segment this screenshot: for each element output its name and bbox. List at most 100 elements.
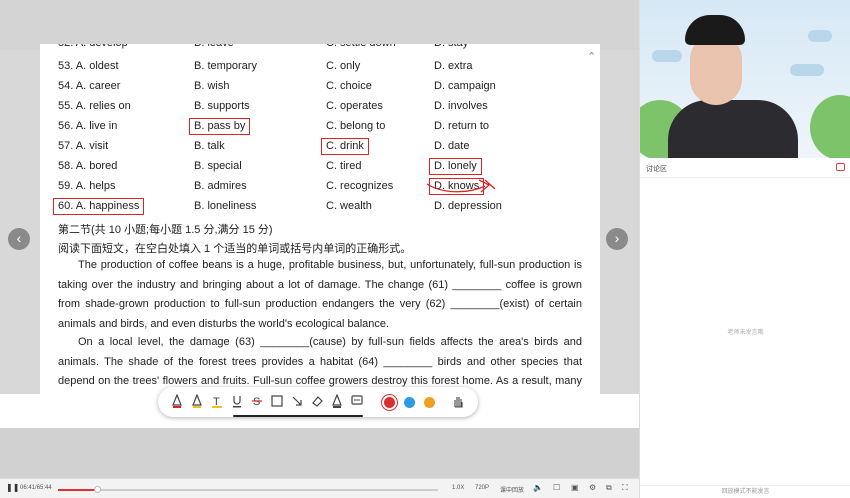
option-b: B. leave: [194, 44, 234, 49]
option-d: D. extra: [434, 60, 473, 72]
question-number: 60.: [58, 200, 74, 212]
chat-title: 讨论区: [646, 166, 667, 173]
option-b: B. talk: [194, 140, 225, 152]
option-a-text: A. oldest: [75, 60, 119, 72]
option-c: C. wealth: [326, 200, 372, 212]
eraser-icon[interactable]: [310, 394, 324, 410]
option-a-text: A. develop: [76, 44, 128, 49]
current-time: 06:41/65:44: [20, 485, 52, 491]
option-c: C. recognizes: [326, 180, 394, 192]
option-c: C. belong to: [326, 120, 386, 132]
comment-icon[interactable]: [350, 394, 364, 410]
teacher-camera: [640, 0, 850, 158]
side-panel: 讨论区 老师未发言哦 回放模式不能发言: [639, 0, 850, 498]
option-a-text: A. visit: [75, 140, 109, 152]
option-a: 57. A. visit: [58, 140, 108, 152]
person-face: [690, 35, 742, 105]
option-b: B. admires: [194, 180, 247, 192]
option-a: 54. A. career: [58, 80, 120, 92]
option-d: D. campaign: [434, 80, 496, 92]
cloud-decoration: [790, 64, 824, 76]
option-a: 59. A. helps: [58, 180, 116, 192]
option-b: B. pass by: [189, 118, 251, 135]
passage-paragraph-1: The production of coffee beans is a huge…: [58, 259, 582, 330]
option-d: D. return to: [434, 120, 490, 132]
video-bottom-band: [0, 428, 639, 478]
option-c: C. choice: [326, 80, 372, 92]
progress-fill: [58, 489, 97, 491]
question-number: 53.: [58, 60, 74, 72]
prev-page-button[interactable]: ‹: [8, 228, 30, 250]
option-a: 55. A. relies on: [58, 100, 131, 112]
question-number: 57.: [58, 140, 74, 152]
option-c: C. only: [326, 60, 361, 72]
option-c: C. drink: [321, 138, 369, 155]
pen-icon[interactable]: [170, 393, 184, 410]
toolbar-scroll-indicator: [233, 415, 363, 417]
passage-paragraph-2: On a local level, the damage (63) ______…: [58, 336, 582, 387]
option-a-text: A. live in: [75, 120, 118, 132]
arrow-icon[interactable]: [290, 394, 304, 410]
highlighter-icon[interactable]: [190, 393, 204, 410]
hand-icon[interactable]: [451, 394, 465, 410]
progress-handle[interactable]: [93, 486, 101, 493]
option-d: D. involves: [434, 100, 488, 112]
rectangle-icon[interactable]: [270, 394, 284, 410]
text-icon[interactable]: T: [210, 394, 224, 410]
question-number: 55.: [58, 100, 74, 112]
pip-icon[interactable]: ⧉: [606, 483, 612, 493]
strikethrough-icon[interactable]: S: [250, 394, 264, 410]
option-a-text: A. relies on: [75, 100, 131, 112]
video-area: 52. A. develop B. leave C. settle down D. s…: [0, 0, 639, 478]
color-orange-swatch[interactable]: [424, 397, 435, 408]
question-number: 56.: [58, 120, 74, 132]
option-d: D. stay: [434, 44, 468, 49]
option-a: 58. A. bored: [58, 160, 117, 172]
option-a-text: A. happiness: [75, 200, 140, 212]
chat-input[interactable]: 回放模式不能发言: [640, 485, 850, 498]
quality-button[interactable]: 720P: [475, 485, 489, 491]
danmaku-icon[interactable]: ☐: [553, 483, 560, 492]
speed-button[interactable]: 1.0X: [452, 485, 464, 491]
chat-filter-icon[interactable]: [836, 163, 845, 171]
option-a-text: A. bored: [75, 160, 118, 172]
option-a: 53. A. oldest: [58, 60, 119, 72]
settings-icon[interactable]: ⚙: [589, 483, 596, 492]
question-number: 52.: [58, 44, 73, 49]
fullscreen-icon[interactable]: ⛶: [622, 483, 628, 493]
underline-icon[interactable]: [230, 394, 244, 410]
player-controls: ❚❚ 06:41/65:44 1.0X 720P 课中回放 🔈 ☐ ▣ ⚙ ⧉ …: [0, 478, 639, 498]
color-red-swatch[interactable]: [384, 397, 395, 408]
marker-icon[interactable]: [330, 393, 344, 410]
chat-header: 讨论区: [640, 158, 850, 178]
question-number: 58.: [58, 160, 74, 172]
next-page-button[interactable]: ›: [606, 228, 628, 250]
option-b: B. special: [194, 160, 242, 172]
progress-bar[interactable]: [58, 486, 438, 493]
question-number: 59.: [58, 180, 74, 192]
volume-icon[interactable]: 🔈: [533, 483, 543, 492]
question-number: 54.: [58, 80, 74, 92]
option-b: B. wish: [194, 80, 230, 92]
option-b: B. temporary: [194, 60, 257, 72]
screenshot-icon[interactable]: ▣: [571, 483, 579, 492]
pen-annotation: [426, 179, 496, 193]
person-body: [668, 100, 798, 158]
collapse-icon[interactable]: ⌃: [587, 50, 596, 63]
app-window: 52. A. develop B. leave C. settle down D. s…: [0, 0, 850, 498]
option-b: B. supports: [194, 100, 250, 112]
option-d: D. date: [434, 140, 470, 152]
cloud-decoration: [652, 50, 682, 62]
section-instruction: 阅读下面短文，在空白处填入 1 个适当的单词或括号内单词的正确形式。: [58, 243, 412, 255]
option-a-text: A. career: [75, 80, 121, 92]
color-blue-swatch[interactable]: [404, 397, 415, 408]
pause-icon[interactable]: ❚❚: [6, 483, 19, 492]
option-a: 52. A. develop: [58, 44, 128, 49]
person-hair: [685, 15, 745, 45]
chat-empty-message: 老师未发言哦: [727, 330, 764, 336]
mode-label[interactable]: 课中回放: [500, 485, 524, 494]
video-top-band: [0, 0, 639, 50]
option-b: B. loneliness: [194, 200, 257, 212]
cloud-decoration: [808, 30, 832, 42]
option-c: C. settle down: [326, 44, 396, 49]
